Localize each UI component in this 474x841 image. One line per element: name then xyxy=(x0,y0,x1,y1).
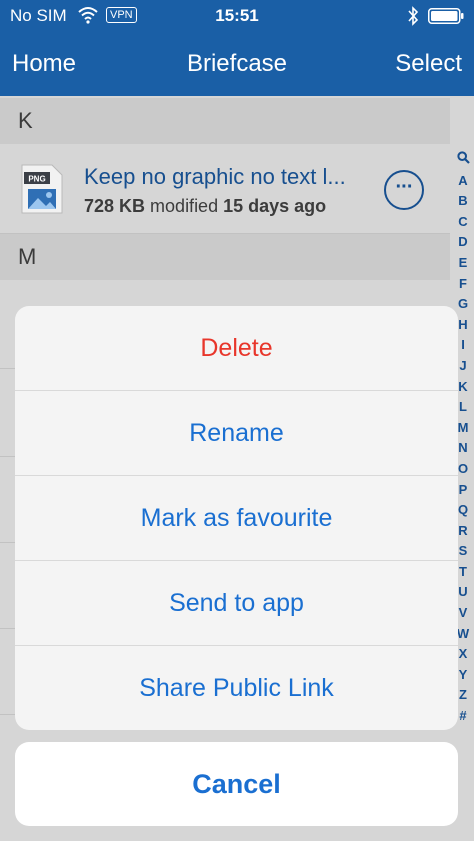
rename-button[interactable]: Rename xyxy=(15,391,458,476)
share-public-link-button[interactable]: Share Public Link xyxy=(15,646,458,730)
modified-date: 15 days ago xyxy=(223,196,327,216)
png-label: PNG xyxy=(28,175,45,184)
index-letter[interactable]: A xyxy=(452,171,474,192)
send-to-app-button[interactable]: Send to app xyxy=(15,561,458,646)
index-letter[interactable]: D xyxy=(452,232,474,253)
index-letter[interactable]: E xyxy=(452,253,474,274)
file-size: 728 KB xyxy=(84,196,146,216)
action-sheet: Delete Rename Mark as favourite Send to … xyxy=(15,306,458,730)
mark-favourite-button[interactable]: Mark as favourite xyxy=(15,476,458,561)
section-header-m: M xyxy=(0,234,450,280)
index-letter[interactable]: B xyxy=(452,191,474,212)
index-letter[interactable]: C xyxy=(452,212,474,233)
file-row[interactable]: PNG Keep no graphic no text l... 728 KB … xyxy=(0,144,450,234)
more-options-button[interactable]: ··· xyxy=(384,170,424,210)
navigation-bar: Home Briefcase Select xyxy=(0,32,474,96)
delete-button[interactable]: Delete xyxy=(15,306,458,391)
battery-icon xyxy=(428,8,464,24)
file-name[interactable]: Keep no graphic no text l... xyxy=(84,164,346,190)
section-header-k: K xyxy=(0,98,450,144)
png-file-icon: PNG xyxy=(21,164,63,214)
modified-label: modified xyxy=(150,196,219,216)
cancel-button[interactable]: Cancel xyxy=(15,742,458,826)
search-icon xyxy=(456,151,470,164)
bluetooth-icon xyxy=(408,6,419,26)
index-letter[interactable]: F xyxy=(452,274,474,295)
select-button[interactable]: Select xyxy=(395,50,462,78)
file-meta: 728 KB modified 15 days ago xyxy=(84,196,326,217)
index-search-icon[interactable] xyxy=(452,150,474,171)
status-bar: No SIM VPN 15:51 xyxy=(0,0,474,32)
clock: 15:51 xyxy=(215,6,259,25)
